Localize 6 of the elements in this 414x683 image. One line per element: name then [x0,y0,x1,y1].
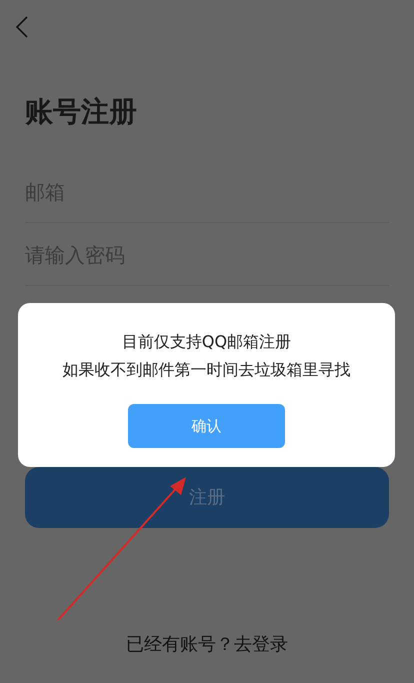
dialog-message: 如果收不到邮件第一时间去垃圾箱里寻找 [62,359,350,381]
login-prompt: 已经有账号？去登录 [125,633,289,657]
page-title: 账号注册 [25,94,137,130]
back-icon [15,16,29,38]
dialog-message: 目前仅支持QQ邮箱注册 [122,331,292,353]
confirm-button[interactable]: 确认 [128,404,285,448]
